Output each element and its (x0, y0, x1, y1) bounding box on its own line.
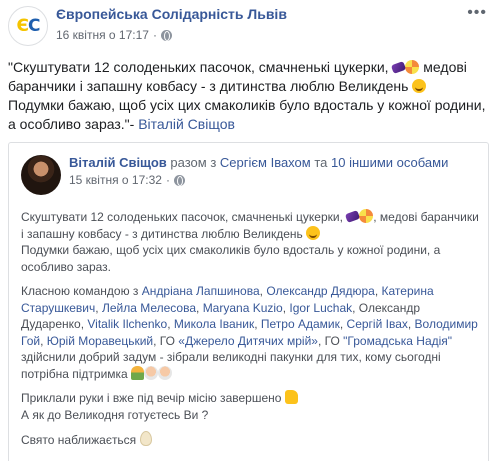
page-avatar[interactable]: ЄС (8, 6, 48, 46)
p4-text-b: А як до Великодня готуєтесь Ви ? (21, 407, 209, 422)
shared-post-meta: 15 квітня о 17:32 · (69, 173, 185, 187)
globe-icon[interactable] (173, 174, 185, 186)
grinning-face-emoji-icon (412, 79, 427, 93)
shared-post-timestamp[interactable]: 15 квітня о 17:32 (69, 173, 162, 187)
mention-link[interactable]: Олександр Дядюра (266, 284, 375, 298)
globe-icon[interactable] (160, 29, 172, 41)
paragraph-1: Скуштувати 12 солоденьких пасочок, смачн… (21, 209, 481, 275)
p1-text-a: Скуштувати 12 солоденьких пасочок, смачн… (21, 210, 343, 224)
go-prefix: ГО (324, 333, 340, 348)
team-intro: Класною командою з (21, 284, 139, 298)
candy-emoji-icon (391, 61, 407, 74)
mention-link[interactable]: Сергій Іваx (347, 317, 408, 331)
lollipop-emoji-icon (405, 60, 420, 74)
and-word: та (314, 155, 328, 170)
p4-text-a: Приклали руки і вже під вечір місію заве… (21, 391, 282, 405)
candy-emoji-icon (345, 210, 361, 223)
grinning-face-emoji-icon (306, 225, 321, 240)
meta-separator: · (165, 173, 170, 187)
paragraph-4: Приклали руки і вже під вечір місію заве… (21, 390, 481, 423)
thumbs-up-emoji-icon (284, 390, 298, 404)
paragraph-team: Класною командою з Андріана Лапшинова, О… (21, 284, 478, 381)
old-man-emoji-icon (158, 365, 173, 380)
lollipop-emoji-icon (359, 209, 374, 223)
tagged-person-link[interactable]: Сергієм Івахом (220, 155, 311, 170)
more-options-icon[interactable]: ••• (467, 5, 487, 21)
go-prefix: ГО (159, 333, 175, 348)
quote-author-link[interactable]: Віталій Свіщов (138, 116, 235, 132)
post-text: "Скуштувати 12 солоденьких пасочок, смач… (8, 58, 492, 134)
logo-letter-e: Є (16, 16, 30, 36)
quote-line-3: Подумки бажаю, щоб усіх цих смаколиків б… (8, 97, 486, 132)
mention-link[interactable]: Юрій Моравецький (47, 334, 153, 348)
quote-line-1: "Скуштувати 12 солоденьких пасочок, смач… (8, 59, 389, 75)
shared-author-line: Віталій Свіщов разом з Сергієм Івахом та… (69, 154, 479, 171)
page-name-link[interactable]: Європейська Солідарність Львів (56, 6, 287, 22)
p5-text: Свято наближається (21, 433, 137, 447)
post-header: ЄС Європейська Солідарність Львів 16 кві… (0, 0, 497, 52)
paragraph-5: Свято наближається (21, 431, 481, 449)
people-emoji-icon (131, 365, 145, 380)
author-avatar[interactable] (21, 155, 61, 195)
shared-post-body: Скуштувати 12 солоденьких пасочок, смачн… (21, 209, 481, 457)
shared-post-card[interactable]: Віталій Свіщов разом з Сергієм Івахом та… (8, 142, 489, 461)
team-outro: здійснили добрий задум - зібрали великод… (21, 350, 441, 381)
facebook-post: ЄС Європейська Солідарність Львів 16 кві… (0, 0, 497, 461)
mention-link[interactable]: Микола Іваник (174, 317, 254, 331)
egg-emoji-icon (139, 431, 152, 446)
mention-link[interactable]: Андріана Лапшинова (142, 284, 260, 298)
old-woman-emoji-icon (144, 365, 159, 380)
tagged-others-link[interactable]: 10 іншими особами (331, 155, 448, 170)
post-meta: 16 квітня о 17:17 · (56, 28, 172, 42)
mention-link[interactable]: Лейла Мелесова (102, 301, 196, 315)
logo-letter-c: С (28, 16, 41, 36)
mention-link[interactable]: Петро Адамик (261, 317, 340, 331)
meta-separator: · (152, 28, 157, 42)
mention-link[interactable]: Maryana Kuzio (203, 301, 283, 315)
mention-link[interactable]: Igor Luchak (289, 301, 352, 315)
with-prefix: разом з (170, 155, 217, 170)
mention-link[interactable]: Vitalik Ilchenko (87, 317, 167, 331)
organization-link[interactable]: «Джерело Дитячих мрій» (178, 334, 318, 348)
post-timestamp[interactable]: 16 квітня о 17:17 (56, 28, 149, 42)
p1-text-c: Подумки бажаю, щоб усіх цих смаколиків б… (21, 243, 441, 274)
shared-author-link[interactable]: Віталій Свіщов (69, 155, 167, 170)
organization-link[interactable]: "Громадська Надія" (343, 334, 452, 348)
